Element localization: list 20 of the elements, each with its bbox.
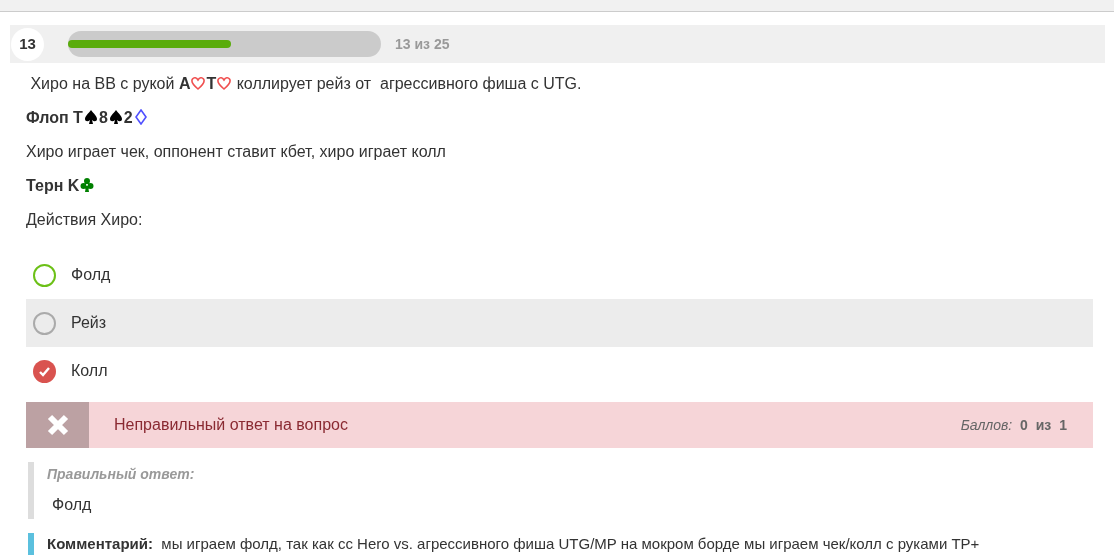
score-text: Баллов: 0 из 1 [960,415,1067,435]
quote-bar [28,533,34,555]
question-text: Действия Хиро: [26,210,144,230]
answer-label: Рейз [71,313,107,333]
question-text: Хиро играет чек, оппонент ставит кбет, хиро играет колл [26,142,447,162]
comment-text: Комментарий: мы играем фолд, так как сс Hero vs. агрессивного фиша UTG/MP на мокром борде мы играем чек/колл с руками TP+ [47,534,980,554]
question-number: 13 [11,27,44,61]
cross-icon [26,402,89,448]
answer-option[interactable]: Колл [26,347,1093,395]
question-text: Терн K [26,174,1093,198]
answer-label: Фолд [71,265,111,285]
answer-label: Колл [71,361,108,381]
correct-answer-title: Правильный ответ: [47,465,196,484]
answer-option[interactable]: Рейз [26,299,1093,347]
feedback-message: Неправильный ответ на вопрос [114,415,348,435]
question-text: Флоп T 8 2 [26,106,1093,130]
answer-option[interactable]: Фолд [26,251,1093,299]
question-text: Хиро на BB с рукой A T коллирует рейз от агрессивного фиша с UTG. [29,74,583,94]
correct-answer-value: Фолд [51,495,93,515]
progress-label: 13 из 25 [395,34,450,54]
